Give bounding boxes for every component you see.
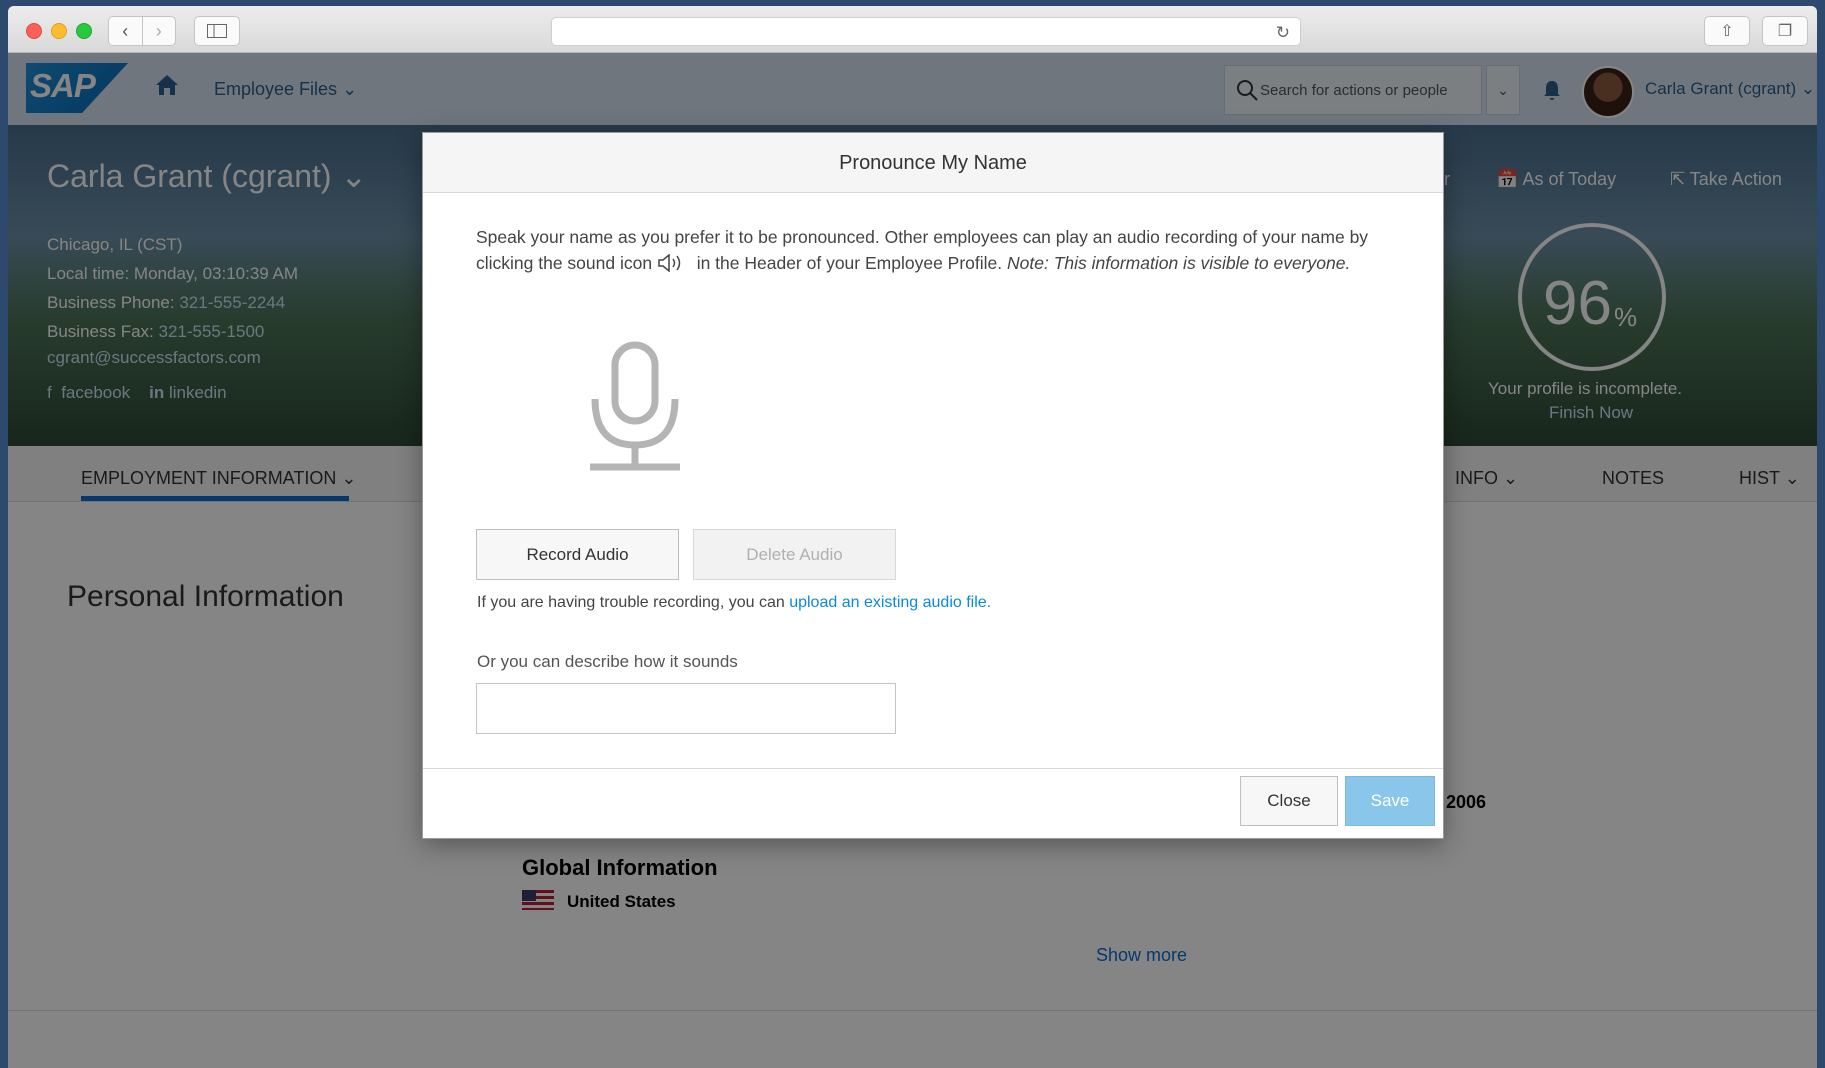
describe-pronunciation-input[interactable] [476,683,896,734]
address-bar[interactable]: ↻ [551,17,1301,46]
dialog-footer: Close Save [423,768,1443,838]
upload-hint-text: If you are having trouble recording, you… [477,594,785,611]
reload-icon[interactable]: ↻ [1276,23,1290,43]
delete-audio-button[interactable]: Delete Audio [693,529,896,580]
dialog-title: Pronounce My Name [423,133,1443,193]
speaker-icon [658,253,681,273]
back-icon[interactable]: ‹ [109,17,142,45]
close-button[interactable]: Close [1240,776,1338,826]
visibility-note: Note: This information is visible to eve… [1007,253,1351,273]
description-text-2: in the Header of your Employee Profile. [696,253,1003,273]
tabs-overview-icon[interactable]: ❐ [1762,16,1808,46]
browser-toolbar: ‹ › ↻ ⇧ ❐ [8,6,1817,53]
describe-label: Or you can describe how it sounds [477,652,738,671]
upload-audio-link[interactable]: upload an existing audio file. [789,594,991,611]
record-audio-button[interactable]: Record Audio [476,529,679,580]
sidebar-toggle-icon[interactable] [194,16,240,46]
minimize-window-button[interactable] [51,23,67,39]
history-nav: ‹ › [108,16,176,46]
save-button[interactable]: Save [1345,776,1435,826]
zoom-window-button[interactable] [76,23,92,39]
share-icon[interactable]: ⇧ [1704,16,1750,46]
browser-window: ‹ › ↻ ⇧ ❐ SAP Employee Files ⌄ Search fo… [8,6,1817,1068]
microphone-icon [590,341,680,471]
close-window-button[interactable] [26,23,42,39]
dialog-description: Speak your name as you prefer it to be p… [476,224,1416,276]
forward-icon[interactable]: › [141,17,176,45]
upload-hint: If you are having trouble recording, you… [477,594,991,612]
pronounce-name-dialog: Pronounce My Name Speak your name as you… [422,132,1444,839]
